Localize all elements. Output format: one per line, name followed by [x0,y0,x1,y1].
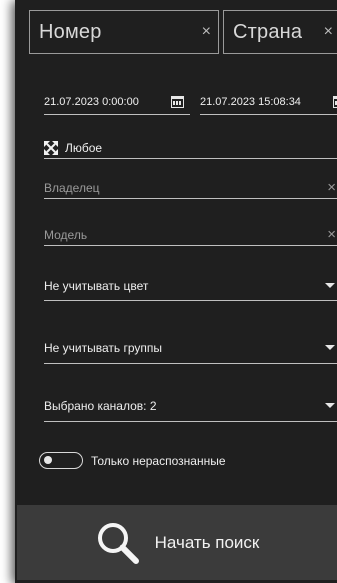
color-select[interactable]: Не учитывать цвет [44,271,337,301]
chevron-down-icon[interactable] [325,403,335,408]
start-search-label: Начать поиск [154,532,260,552]
unrecognized-only-label: Только нераспознанные [91,453,226,468]
color-label: Не учитывать цвет [44,278,149,293]
search-icon [97,522,139,564]
unrecognized-only-row: Только нераспознанные [39,452,226,469]
direction-select[interactable]: Любое [44,137,337,159]
clear-country-icon[interactable]: × [324,23,337,41]
unrecognized-only-toggle[interactable] [39,452,83,469]
model-placeholder: Модель [44,227,88,242]
calendar-icon[interactable] [333,95,337,108]
group-select[interactable]: Не учитывать группы [44,332,337,364]
country-select[interactable]: Страна × [223,10,337,54]
direction-label: Любое [65,140,103,155]
date-from-value: 21.07.2023 0:00:00 [44,95,139,108]
country-placeholder: Страна [233,20,303,43]
date-to-value: 21.07.2023 15:08:34 [200,95,301,108]
plate-number-placeholder: Номер [39,20,102,43]
expand-arrows-icon [44,140,58,155]
group-label: Не учитывать группы [44,340,163,355]
channels-label: Выбрано каналов: 2 [44,398,157,413]
clear-plate-icon[interactable]: × [202,23,218,41]
search-panel: Номер × Страна × 21.07.2023 0:00:00 21.0… [15,0,337,583]
clear-model-icon[interactable]: × [327,226,336,243]
date-to-field[interactable]: 21.07.2023 15:08:34 [200,89,337,115]
plate-number-input[interactable]: Номер × [29,10,219,54]
chevron-down-icon[interactable] [325,283,335,288]
start-search-button[interactable]: Начать поиск [17,505,337,580]
clear-owner-icon[interactable]: × [327,179,336,196]
chevron-down-icon[interactable] [325,345,335,350]
owner-placeholder: Владелец [44,180,100,195]
date-from-field[interactable]: 21.07.2023 0:00:00 [44,89,190,115]
owner-select[interactable]: Владелец × [44,177,337,199]
calendar-icon[interactable] [171,95,184,108]
channels-select[interactable]: Выбрано каналов: 2 [44,390,337,422]
model-select[interactable]: Модель × [44,224,337,246]
